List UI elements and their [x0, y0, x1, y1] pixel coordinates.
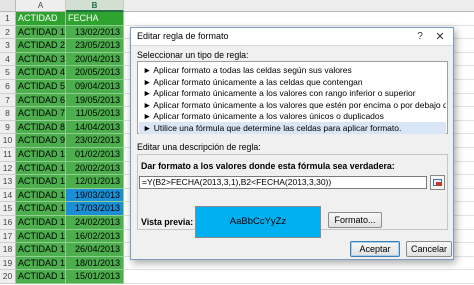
cell-actividad[interactable]: ACTIDAD 5 — [16, 80, 66, 94]
row-header[interactable]: 2 — [0, 25, 16, 40]
row-header[interactable]: 15 — [0, 202, 16, 216]
cell-fecha[interactable]: 16/02/2013 — [66, 229, 124, 244]
table-row: 1 ACTIDAD FECHA — [0, 12, 474, 26]
row-header[interactable]: 9 — [0, 120, 16, 135]
cell-actividad[interactable]: ACTIDAD 17 — [16, 243, 66, 257]
dialog-titlebar[interactable]: Editar regla de formato ? ✕ — [131, 28, 453, 46]
row-header[interactable]: 5 — [0, 66, 16, 80]
cell-actividad[interactable]: ACTIDAD 4 — [16, 66, 66, 80]
cell-fecha[interactable]: 23/05/2013 — [66, 39, 124, 53]
cell-fecha[interactable]: 24/02/2013 — [66, 216, 124, 230]
cell-fecha[interactable]: 17/03/2013 — [66, 202, 124, 216]
formula-label: Dar formato a los valores donde esta fór… — [141, 161, 395, 171]
row-header[interactable]: 3 — [0, 39, 16, 53]
cell-actividad[interactable]: ACTIDAD 1 — [16, 25, 66, 40]
row-header[interactable]: 7 — [0, 93, 16, 108]
preview-label: Vista previa: — [141, 217, 194, 227]
cell-fecha[interactable]: 20/02/2013 — [66, 161, 124, 176]
row-header[interactable]: 14 — [0, 188, 16, 203]
cell-fecha[interactable]: 13/02/2013 — [66, 25, 124, 40]
row-header[interactable]: 8 — [0, 107, 16, 121]
cell-fecha[interactable]: 15/01/2013 — [66, 270, 124, 284]
row-header[interactable]: 19 — [0, 256, 16, 271]
select-rule-type-label: Seleccionar un tipo de regla: — [137, 50, 249, 60]
cell-fecha[interactable]: 20/04/2013 — [66, 52, 124, 67]
cell-actividad[interactable]: ACTIDAD 12 — [16, 175, 66, 189]
cell-actividad[interactable]: ACTIDAD 15 — [16, 216, 66, 230]
range-selector-icon-accent — [436, 182, 442, 186]
edit-description-label: Editar una descripción de regla: — [137, 142, 261, 152]
rule-type-item[interactable]: ► Aplicar formato a todas las celdas seg… — [139, 64, 446, 76]
cell-actividad[interactable]: ACTIDAD 9 — [16, 134, 66, 148]
format-button[interactable]: Formato... — [328, 212, 382, 228]
cell-actividad[interactable]: ACTIDAD 2 — [16, 39, 66, 53]
cell-actividad[interactable]: ACTIDAD 14 — [16, 202, 66, 216]
close-icon[interactable]: ✕ — [431, 30, 449, 44]
help-icon[interactable]: ? — [411, 30, 429, 44]
cell-fecha[interactable]: 19/05/2013 — [66, 93, 124, 108]
rule-type-item[interactable]: ► Aplicar formato únicamente a los valor… — [139, 110, 446, 122]
dialog-title: Editar regla de formato — [137, 31, 229, 41]
cell-fecha[interactable]: 18/01/2013 — [66, 256, 124, 271]
table-row: 20 ACTIDAD 19 15/01/2013 — [0, 270, 474, 284]
cell-actividad[interactable]: ACTIDAD 13 — [16, 188, 66, 203]
empty-cells — [124, 12, 474, 26]
row-header[interactable]: 10 — [0, 134, 16, 148]
cell-actividad[interactable]: ACTIDAD 3 — [16, 52, 66, 67]
row-header[interactable]: 13 — [0, 175, 16, 189]
row-header[interactable]: 16 — [0, 216, 16, 230]
collapse-dialog-button[interactable] — [430, 175, 445, 190]
format-preview: AaBbCcYyZz — [195, 206, 321, 238]
rule-type-item[interactable]: ► Aplicar formato únicamente a los valor… — [139, 99, 446, 111]
cancel-button[interactable]: Cancelar — [406, 241, 452, 257]
cell-actividad[interactable]: ACTIDAD 18 — [16, 256, 66, 271]
cell-fecha[interactable]: 26/04/2013 — [66, 243, 124, 257]
select-all-corner[interactable] — [0, 0, 16, 12]
column-header-blank — [124, 0, 474, 12]
cell-actividad[interactable]: ACTIDAD 8 — [16, 120, 66, 135]
cell-actividad[interactable]: ACTIDAD 7 — [16, 107, 66, 121]
row-header[interactable]: 6 — [0, 80, 16, 94]
row-header[interactable]: 1 — [0, 12, 16, 26]
cell-actividad[interactable]: ACTIDAD 19 — [16, 270, 66, 284]
column-header-b[interactable]: B — [66, 0, 124, 12]
rule-type-list[interactable]: ► Aplicar formato a todas las celdas seg… — [137, 61, 448, 134]
empty-cells — [124, 270, 474, 284]
cell-fecha[interactable]: 23/02/2013 — [66, 134, 124, 148]
cell-fecha[interactable]: 11/05/2013 — [66, 107, 124, 121]
rule-type-item[interactable]: ► Aplicar formato únicamente a los valor… — [139, 87, 446, 99]
cell-fecha[interactable]: 12/01/2013 — [66, 175, 124, 189]
formula-input[interactable]: =Y(B2>FECHA(2013,3,1),B2<FECHA(2013,3,30… — [139, 176, 427, 189]
ok-button[interactable]: Aceptar — [350, 241, 400, 257]
rule-type-item[interactable]: ► Aplicar formato únicamente a las celda… — [139, 76, 446, 88]
cell-fecha[interactable]: 09/04/2013 — [66, 80, 124, 94]
header-cell-fecha[interactable]: FECHA — [66, 12, 124, 26]
row-header[interactable]: 17 — [0, 229, 16, 244]
cell-actividad[interactable]: ACTIDAD 10 — [16, 148, 66, 162]
cell-actividad[interactable]: ACTIDAD 6 — [16, 93, 66, 108]
header-cell-actividad[interactable]: ACTIDAD — [16, 12, 66, 26]
cell-actividad[interactable]: ACTIDAD 11 — [16, 161, 66, 176]
row-header[interactable]: 4 — [0, 52, 16, 67]
row-header[interactable]: 18 — [0, 243, 16, 257]
cell-fecha[interactable]: 14/04/2013 — [66, 120, 124, 135]
cell-fecha[interactable]: 01/02/2013 — [66, 148, 124, 162]
edit-format-rule-dialog: Editar regla de formato ? ✕ Seleccionar … — [130, 27, 454, 260]
rule-type-item[interactable]: ► Utilice una fórmula que determine las … — [139, 122, 446, 134]
row-header[interactable]: 12 — [0, 161, 16, 176]
column-header-a[interactable]: A — [16, 0, 66, 12]
row-header[interactable]: 20 — [0, 270, 16, 284]
cell-fecha[interactable]: 20/05/2013 — [66, 66, 124, 80]
row-header[interactable]: 11 — [0, 148, 16, 162]
cell-fecha[interactable]: 19/03/2013 — [66, 188, 124, 203]
cell-actividad[interactable]: ACTIDAD 16 — [16, 229, 66, 244]
